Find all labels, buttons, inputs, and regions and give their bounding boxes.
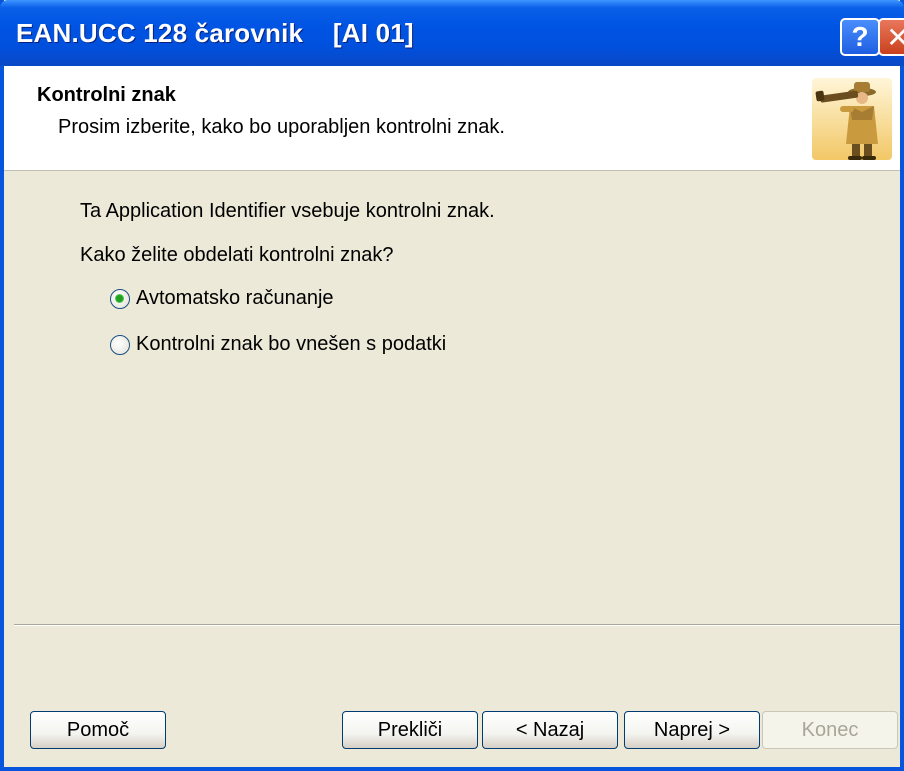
help-button[interactable]: Pomoč [30,711,166,749]
separator [14,624,900,626]
info-text: Ta Application Identifier vsebuje kontro… [80,200,495,222]
radio-manual-label[interactable]: Kontrolni znak bo vnešen s podatki [136,333,446,356]
radio-automatic-label[interactable]: Avtomatsko računanje [136,287,334,310]
help-icon[interactable]: ? [840,18,880,56]
wizard-window: EAN.UCC 128 čarovnik [AI 01] ? ✕ Kontrol… [0,0,904,771]
page-title: Kontrolni znak [37,84,176,106]
radio-checked-icon[interactable] [110,288,130,309]
window-title: EAN.UCC 128 čarovnik [AI 01] [16,18,414,48]
wizard-figure-icon [812,78,892,160]
radio-manual[interactable]: Kontrolni znak bo vnešen s podatki [110,333,446,356]
title-bar[interactable]: EAN.UCC 128 čarovnik [AI 01] ? ✕ [0,0,904,66]
back-button[interactable]: < Nazaj [482,711,618,749]
question-text: Kako želite obdelati kontrolni znak? [80,244,394,266]
radio-automatic[interactable]: Avtomatsko računanje [110,287,334,310]
next-button[interactable]: Naprej > [624,711,760,749]
close-icon[interactable]: ✕ [878,18,904,56]
finish-button[interactable]: Konec [762,711,898,749]
page-subtitle: Prosim izberite, kako bo uporabljen kont… [58,116,505,138]
cancel-button[interactable]: Prekliči [342,711,478,749]
radio-unchecked-icon[interactable] [110,334,130,355]
wizard-header: Kontrolni znak Prosim izberite, kako bo … [4,66,900,171]
